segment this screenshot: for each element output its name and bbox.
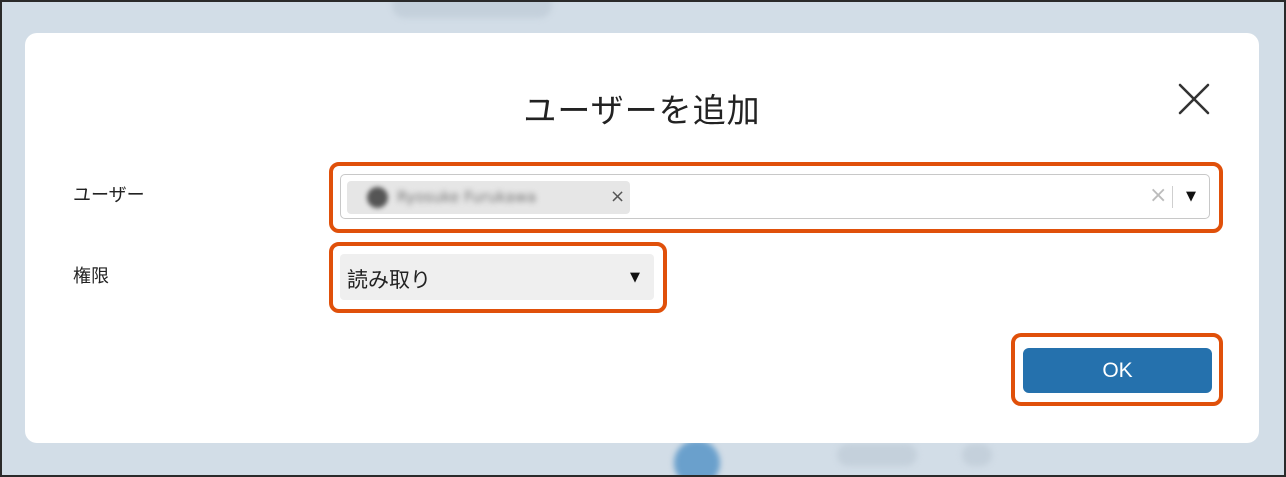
chip-remove-icon[interactable]: ×	[610, 186, 625, 207]
background-label-bar-2	[962, 444, 992, 466]
permission-field-label: 権限	[73, 266, 109, 287]
ok-button[interactable]: OK	[1023, 348, 1212, 393]
user-field-label: ユーザー	[73, 185, 145, 206]
background-header-bar	[392, 2, 552, 18]
selected-user-name: Ryosuke Furukawa	[397, 188, 537, 206]
close-icon[interactable]	[1175, 80, 1213, 118]
background-avatar	[674, 440, 720, 475]
add-user-dialog: ユーザーを追加 ユーザー 権限 Ryosuke Furukawa × × ▼ 読…	[25, 33, 1259, 443]
chevron-down-icon[interactable]: ▼	[630, 270, 640, 285]
chevron-down-icon[interactable]: ▼	[1186, 189, 1196, 204]
user-avatar	[367, 187, 388, 208]
selected-user-chip: Ryosuke Furukawa ×	[347, 181, 630, 214]
user-multiselect[interactable]: Ryosuke Furukawa × × ▼	[340, 174, 1210, 219]
indicator-separator	[1172, 186, 1173, 208]
permission-selected-value: 読み取り	[347, 268, 431, 292]
screenshot-frame: ユーザーを追加 ユーザー 権限 Ryosuke Furukawa × × ▼ 読…	[0, 0, 1286, 477]
dialog-title: ユーザーを追加	[523, 91, 761, 130]
background-label-bar	[837, 444, 917, 466]
clear-all-icon[interactable]: ×	[1149, 183, 1167, 208]
permission-select[interactable]: 読み取り ▼	[340, 254, 654, 300]
